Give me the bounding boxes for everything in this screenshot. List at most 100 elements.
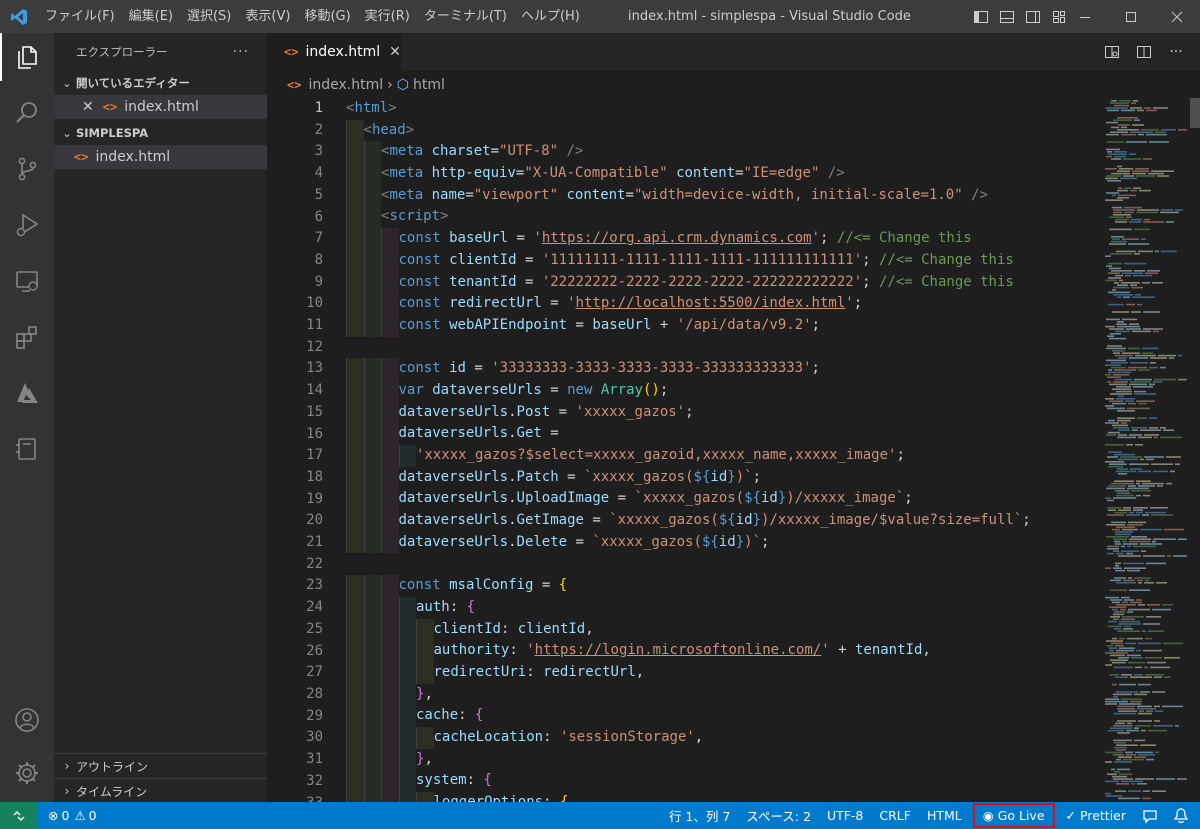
code-token: system bbox=[416, 772, 467, 789]
more-actions-icon[interactable]: ··· bbox=[1160, 33, 1192, 71]
minimap-line bbox=[1134, 756, 1146, 758]
menu-file[interactable]: ファイル(F) bbox=[38, 0, 122, 33]
minimap-line bbox=[1113, 618, 1119, 620]
close-icon[interactable]: ✕ bbox=[82, 99, 94, 115]
run-debug-icon[interactable] bbox=[0, 201, 54, 249]
remote-explorer-icon[interactable] bbox=[0, 257, 54, 305]
explorer-icon[interactable] bbox=[0, 33, 54, 81]
extensions-icon[interactable] bbox=[0, 313, 54, 361]
menu-run[interactable]: 実行(R) bbox=[358, 0, 417, 33]
source-control-icon[interactable] bbox=[0, 145, 54, 193]
code-token: "IE=edge" bbox=[743, 165, 820, 182]
code-line: const id = '33333333-3333-3333-3333-3333… bbox=[346, 358, 1031, 380]
code-token: "viewport" bbox=[473, 186, 559, 203]
indent-guide bbox=[346, 249, 364, 272]
breadcrumb-symbol[interactable]: html bbox=[413, 77, 445, 93]
indent-guide bbox=[363, 228, 381, 250]
minimap-line bbox=[1152, 608, 1171, 611]
notifications-bell-icon[interactable] bbox=[1166, 802, 1200, 829]
code-token: https://org.api.crm.dynamics.com bbox=[541, 230, 812, 247]
minimap-line bbox=[1150, 362, 1156, 364]
code-token: meta bbox=[389, 143, 424, 160]
go-live-button[interactable]: ◉ Go Live bbox=[972, 803, 1055, 828]
minimap-line bbox=[1122, 540, 1127, 543]
minimap-line bbox=[1113, 696, 1118, 698]
indent-guide bbox=[363, 618, 381, 641]
line-number: 14 bbox=[306, 382, 323, 399]
maximize-icon[interactable] bbox=[1108, 0, 1154, 33]
minimap-line bbox=[1134, 727, 1139, 729]
menu-selection[interactable]: 選択(S) bbox=[180, 0, 238, 33]
search-icon[interactable] bbox=[0, 89, 54, 137]
open-editor-item[interactable]: ✕ <> index.html bbox=[54, 95, 267, 119]
close-tab-icon[interactable]: ✕ bbox=[389, 44, 401, 60]
tab-index-html[interactable]: <> index.html ✕ bbox=[267, 33, 401, 71]
outline-section[interactable]: › アウトライン bbox=[54, 753, 267, 778]
open-preview-icon[interactable] bbox=[1096, 33, 1128, 71]
code-token: "X-UA-Compatible" bbox=[524, 165, 668, 182]
minimap-line bbox=[1128, 577, 1132, 579]
menu-edit[interactable]: 編集(E) bbox=[122, 0, 180, 33]
azure-icon[interactable] bbox=[0, 369, 54, 417]
toggle-sidebar-icon[interactable] bbox=[968, 0, 994, 33]
indent-guide bbox=[346, 206, 364, 229]
timeline-section[interactable]: › タイムライン bbox=[54, 778, 267, 803]
indent-guide bbox=[363, 401, 381, 424]
minimap-line bbox=[1163, 429, 1174, 431]
indent-guide bbox=[381, 423, 399, 445]
code-token: head bbox=[371, 121, 406, 138]
problems-indicator[interactable]: ⊗ 0 ⚠ 0 bbox=[38, 802, 105, 829]
toggle-secondary-sidebar-icon[interactable] bbox=[1020, 0, 1046, 33]
menu-help[interactable]: ヘルプ(H) bbox=[514, 0, 587, 33]
minimap-line bbox=[1109, 267, 1121, 270]
close-window-icon[interactable] bbox=[1154, 0, 1200, 33]
notebook-icon[interactable] bbox=[0, 425, 54, 473]
open-editors-section[interactable]: ⌄ 開いているエディター bbox=[54, 71, 267, 95]
indentation[interactable]: スペース: 2 bbox=[738, 802, 819, 829]
minimap-line bbox=[1110, 654, 1125, 657]
cursor-position[interactable]: 行 1、列 7 bbox=[661, 802, 738, 829]
accounts-icon[interactable] bbox=[0, 696, 54, 744]
indent-guide bbox=[346, 293, 364, 315]
remote-indicator[interactable] bbox=[0, 802, 38, 829]
minimap-line bbox=[1155, 710, 1163, 712]
minimap-line bbox=[1125, 751, 1133, 754]
vertical-scrollbar[interactable] bbox=[1190, 98, 1200, 128]
menu-terminal[interactable]: ターミナル(T) bbox=[417, 0, 514, 33]
minimize-icon[interactable] bbox=[1062, 0, 1108, 33]
prettier-status[interactable]: ✓ Prettier bbox=[1058, 802, 1134, 829]
line-number: 2 bbox=[314, 121, 323, 138]
minimap-line bbox=[1154, 676, 1162, 678]
more-actions-icon[interactable]: ··· bbox=[233, 44, 249, 60]
minimap-line bbox=[1127, 545, 1131, 548]
minimap-line bbox=[1124, 206, 1142, 209]
indent-guide bbox=[346, 271, 364, 294]
split-editor-icon[interactable] bbox=[1128, 33, 1160, 71]
language-mode[interactable]: HTML bbox=[919, 802, 970, 829]
indent-guide bbox=[381, 358, 399, 380]
menu-go[interactable]: 移動(G) bbox=[297, 0, 357, 33]
code-line: const baseUrl = 'https://org.api.crm.dyn… bbox=[346, 228, 1031, 250]
code-line: cacheLocation: 'sessionStorage', bbox=[346, 726, 1031, 749]
code-token: , bbox=[694, 728, 704, 745]
chevron-down-icon: ⌄ bbox=[62, 76, 72, 90]
menu-view[interactable]: 表示(V) bbox=[238, 0, 297, 33]
code-editor[interactable]: 1 2 3 4 5 6 7 8 9 10 11 12 13 14 15 16 17 18 19 20 21 22 23 24 2… bbox=[267, 98, 1200, 802]
encoding[interactable]: UTF-8 bbox=[819, 802, 871, 829]
minimap-line bbox=[1132, 330, 1151, 333]
file-item[interactable]: <> index.html bbox=[54, 145, 267, 169]
settings-gear-icon[interactable] bbox=[0, 749, 54, 797]
end-of-line[interactable]: CRLF bbox=[871, 802, 919, 829]
breadcrumb-file[interactable]: index.html bbox=[308, 77, 383, 93]
feedback-icon[interactable] bbox=[1134, 802, 1166, 829]
minimap-line bbox=[1108, 625, 1122, 628]
minimap-line bbox=[1106, 318, 1120, 321]
minimap[interactable] bbox=[1103, 98, 1189, 802]
toggle-panel-icon[interactable] bbox=[994, 0, 1020, 33]
folder-section[interactable]: ⌄ SIMPLESPA bbox=[54, 121, 267, 145]
indent-guide bbox=[381, 228, 399, 250]
line-number: 19 bbox=[306, 490, 323, 507]
